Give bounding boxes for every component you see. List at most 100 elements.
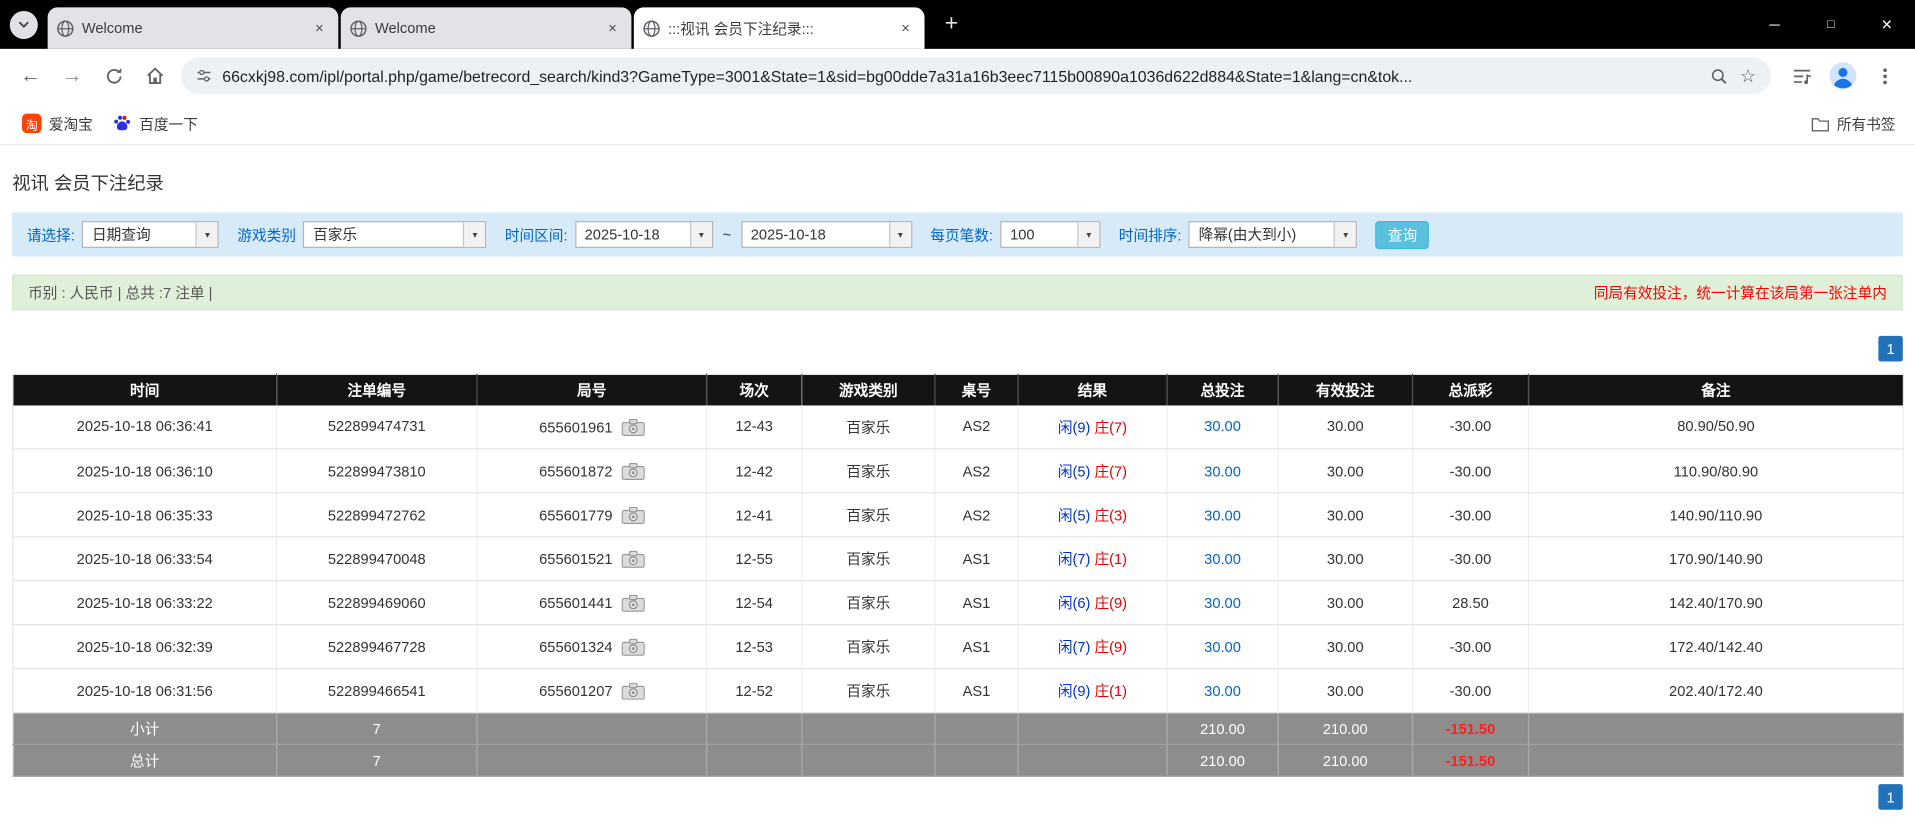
cell-bet-id: 522899472762 — [277, 493, 477, 537]
tab-welcome-2[interactable]: Welcome × — [341, 7, 632, 49]
url-text[interactable]: 66cxkj98.com/ipl/portal.php/game/betreco… — [222, 67, 1699, 85]
total-bet-link[interactable]: 30.00 — [1204, 418, 1241, 435]
game-type-label: 游戏类别 — [237, 224, 296, 245]
chevron-down-icon[interactable]: ▾ — [463, 222, 485, 246]
page-button-1[interactable]: 1 — [1878, 784, 1902, 810]
date-from-select[interactable]: 2025-10-18 ▾ — [575, 221, 713, 248]
zoom-icon[interactable] — [1709, 67, 1727, 85]
table-row: 2025-10-18 06:33:54 522899470048 6556015… — [13, 537, 1904, 581]
total-bet-link[interactable]: 30.00 — [1204, 506, 1241, 523]
cell-table: AS1 — [935, 625, 1018, 669]
currency-summary-text: 币别 : 人民币 | 总共 :7 注单 | — [28, 282, 212, 303]
cell-bet-id: 522899474731 — [277, 405, 477, 449]
cell-payout: 28.50 — [1412, 581, 1528, 625]
cell-payout: -30.00 — [1412, 669, 1528, 713]
back-icon[interactable]: ← — [10, 55, 52, 97]
cell-round: 655601779 — [477, 493, 707, 537]
new-tab-button[interactable]: + — [934, 7, 968, 41]
total-row: 总计 7 210.00 210.00 -151.50 — [13, 744, 1904, 776]
cell-result: 闲(7) 庄(9) — [1018, 625, 1167, 669]
tab-title: Welcome — [82, 20, 302, 37]
cell-table: AS1 — [935, 669, 1018, 713]
camera-icon[interactable] — [621, 463, 644, 480]
camera-icon[interactable] — [621, 639, 644, 656]
bookmark-label: 爱淘宝 — [49, 113, 93, 134]
browser-window: Welcome × Welcome × :::视讯 会员下注纪录::: × + … — [0, 0, 1915, 830]
window-maximize-button[interactable]: □ — [1803, 0, 1859, 49]
camera-icon[interactable] — [621, 683, 644, 700]
bookmark-baidu[interactable]: 百度一下 — [103, 108, 208, 139]
media-controls-icon[interactable] — [1781, 55, 1823, 97]
chevron-down-icon[interactable]: ▾ — [1334, 222, 1356, 246]
tab-close-icon[interactable]: × — [602, 18, 623, 39]
refresh-icon[interactable] — [93, 55, 135, 97]
total-bet-link[interactable]: 30.00 — [1204, 594, 1241, 611]
cell-total-bet: 30.00 — [1167, 669, 1278, 713]
table-row: 2025-10-18 06:36:41 522899474731 6556019… — [13, 405, 1904, 449]
chevron-down-icon[interactable]: ▾ — [196, 222, 218, 246]
window-close-button[interactable]: × — [1859, 0, 1915, 49]
tab-welcome-1[interactable]: Welcome × — [48, 7, 339, 49]
bookmark-star-icon[interactable]: ☆ — [1740, 65, 1756, 87]
cell-remark: 202.40/172.40 — [1528, 669, 1903, 713]
page-size-select[interactable]: 100 ▾ — [1000, 221, 1100, 248]
cell-result: 闲(9) 庄(1) — [1018, 669, 1167, 713]
chevron-down-icon[interactable]: ▾ — [1077, 222, 1099, 246]
subtotal-label: 小计 — [13, 713, 277, 745]
window-minimize-button[interactable]: ─ — [1746, 0, 1802, 49]
forward-icon[interactable]: → — [51, 55, 93, 97]
page-size-label: 每页笔数: — [930, 224, 993, 245]
camera-icon[interactable] — [621, 595, 644, 612]
total-bet-link[interactable]: 30.00 — [1204, 638, 1241, 655]
column-header-total-bet: 总投注 — [1167, 374, 1278, 405]
page-button-1[interactable]: 1 — [1878, 336, 1902, 362]
search-button[interactable]: 查询 — [1376, 220, 1430, 248]
cell-time: 2025-10-18 06:33:54 — [13, 537, 277, 581]
cell-session: 12-52 — [707, 669, 802, 713]
sort-order-select[interactable]: 降幂(由大到小) ▾ — [1189, 221, 1358, 248]
cell-payout: -30.00 — [1412, 405, 1528, 449]
cell-result: 闲(7) 庄(1) — [1018, 537, 1167, 581]
camera-icon[interactable] — [621, 418, 644, 435]
cell-remark: 80.90/50.90 — [1528, 405, 1903, 449]
cell-game: 百家乐 — [802, 493, 935, 537]
total-bet-link[interactable]: 30.00 — [1204, 462, 1241, 479]
home-icon[interactable] — [134, 55, 176, 97]
tab-close-icon[interactable]: × — [309, 18, 330, 39]
total-bet-link[interactable]: 30.00 — [1204, 682, 1241, 699]
date-type-select[interactable]: 日期查询 ▾ — [82, 221, 219, 248]
range-separator: ~ — [723, 226, 732, 243]
cell-session: 12-42 — [707, 449, 802, 493]
chevron-down-icon[interactable]: ▾ — [889, 222, 911, 246]
camera-icon[interactable] — [621, 507, 644, 524]
column-header-valid-bet: 有效投注 — [1278, 374, 1412, 405]
camera-icon[interactable] — [621, 551, 644, 568]
total-bet-link[interactable]: 30.00 — [1204, 550, 1241, 567]
page-title: 视讯 会员下注纪录 — [12, 145, 1903, 195]
site-settings-icon[interactable] — [195, 67, 212, 84]
cell-result: 闲(5) 庄(7) — [1018, 449, 1167, 493]
tab-search-button[interactable] — [10, 10, 38, 38]
bookmark-taobao[interactable]: 淘 爱淘宝 — [12, 108, 102, 139]
filter-bar: 请选择: 日期查询 ▾ 游戏类别 百家乐 ▾ 时间区间: 2025-10-18 … — [12, 213, 1903, 257]
date-type-label: 请选择: — [27, 224, 75, 245]
all-bookmarks-button[interactable]: 所有书签 — [1804, 113, 1903, 134]
cell-valid-bet: 30.00 — [1278, 581, 1412, 625]
date-to-select[interactable]: 2025-10-18 ▾ — [741, 221, 912, 248]
browser-menu-icon[interactable] — [1864, 55, 1906, 97]
cell-payout: -30.00 — [1412, 493, 1528, 537]
column-header-result: 结果 — [1018, 374, 1167, 405]
navigation-bar: ← → 66cxkj98.com/ipl/portal.php/game/bet… — [0, 49, 1915, 103]
cell-round: 655601961 — [477, 405, 707, 449]
game-type-select[interactable]: 百家乐 ▾ — [303, 221, 486, 248]
chevron-down-icon[interactable]: ▾ — [690, 222, 712, 246]
profile-avatar[interactable] — [1822, 55, 1864, 97]
address-bar[interactable]: 66cxkj98.com/ipl/portal.php/game/betreco… — [181, 57, 1771, 94]
tab-bar: Welcome × Welcome × :::视讯 会员下注纪录::: × + … — [0, 0, 1915, 49]
table-row: 2025-10-18 06:31:56 522899466541 6556012… — [13, 669, 1904, 713]
tab-bet-record-active[interactable]: :::视讯 会员下注纪录::: × — [634, 7, 925, 49]
globe-icon — [349, 19, 367, 37]
cell-valid-bet: 30.00 — [1278, 449, 1412, 493]
cell-total-bet: 30.00 — [1167, 449, 1278, 493]
tab-close-icon[interactable]: × — [895, 18, 916, 39]
